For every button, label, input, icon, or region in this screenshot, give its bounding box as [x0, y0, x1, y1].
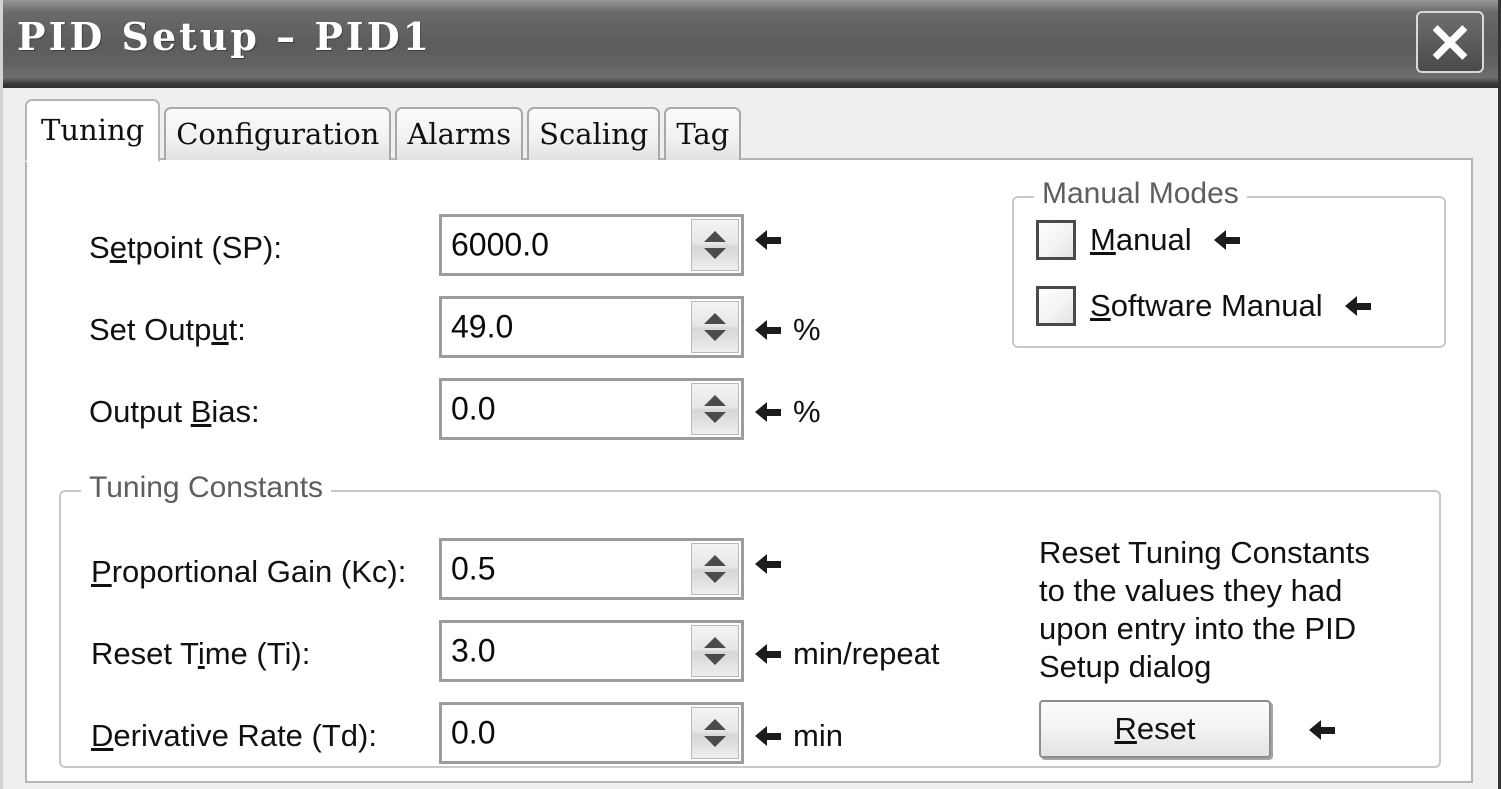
output-bias-annotation: % [755, 394, 821, 430]
derivative-rate-annotation: min [755, 718, 843, 754]
arrow-left-icon [1309, 720, 1335, 740]
tab-alarms[interactable]: Alarms [395, 107, 524, 160]
chevron-down-icon [704, 736, 726, 747]
reset-time-input[interactable]: 3.0 [439, 620, 744, 682]
set-output-unit: % [793, 312, 821, 347]
arrow-left-icon [755, 644, 781, 664]
chevron-up-icon [704, 395, 726, 406]
output-bias-label: Output Bias: [89, 394, 260, 429]
derivative-rate-input[interactable]: 0.0 [439, 702, 744, 764]
tuning-constants-legend: Tuning Constants [81, 471, 332, 505]
chevron-down-icon [704, 412, 726, 423]
software-manual-checkbox[interactable] [1036, 286, 1076, 326]
set-output-input[interactable]: 49.0 [439, 296, 744, 358]
manual-modes-group: Manual Modes Manual Software Manual [1012, 177, 1446, 348]
tab-scaling[interactable]: Scaling [527, 107, 661, 160]
proportional-gain-stepper[interactable] [691, 543, 739, 595]
set-output-value: 49.0 [451, 308, 514, 345]
setpoint-annotation [755, 230, 781, 250]
set-output-label: Set Output: [89, 312, 246, 347]
chevron-up-icon [704, 637, 726, 648]
reset-time-label: Reset Time (Ti): [91, 636, 311, 671]
proportional-gain-value: 0.5 [451, 550, 496, 587]
output-bias-value: 0.0 [451, 390, 496, 427]
set-output-stepper[interactable] [691, 301, 739, 353]
tab-configuration[interactable]: Configuration [164, 107, 392, 160]
chevron-down-icon [704, 572, 726, 583]
setpoint-input[interactable]: 6000.0 [439, 214, 744, 276]
software-manual-checkbox-label: Software Manual [1090, 288, 1323, 323]
arrow-left-icon [755, 726, 781, 746]
close-icon[interactable] [1416, 11, 1484, 73]
arrow-left-icon [1213, 230, 1240, 250]
reset-time-stepper[interactable] [691, 625, 739, 677]
proportional-gain-annotation [755, 554, 793, 574]
tab-strip: Tuning Configuration Alarms Scaling Tag [25, 99, 745, 162]
manual-modes-legend: Manual Modes [1034, 177, 1247, 211]
proportional-gain-label: Proportional Gain (Kc): [91, 554, 407, 589]
setpoint-value: 6000.0 [451, 226, 549, 263]
arrow-left-icon [1344, 296, 1371, 316]
output-bias-input[interactable]: 0.0 [439, 378, 744, 440]
derivative-rate-label: Derivative Rate (Td): [91, 718, 377, 753]
reset-button[interactable]: Reset [1039, 700, 1271, 758]
chevron-up-icon [704, 719, 726, 730]
close-glyph [1418, 13, 1482, 71]
output-bias-stepper[interactable] [691, 383, 739, 435]
tab-tag[interactable]: Tag [664, 107, 742, 160]
arrow-left-icon [755, 230, 781, 250]
reset-help-text: Reset Tuning Constants to the values the… [1039, 535, 1370, 684]
setpoint-label: Setpoint (SP): [89, 230, 282, 265]
derivative-rate-unit: min [793, 718, 843, 753]
output-bias-unit: % [793, 394, 821, 429]
arrow-left-icon [755, 320, 781, 340]
chevron-up-icon [704, 555, 726, 566]
set-output-annotation: % [755, 312, 821, 348]
chevron-up-icon [704, 313, 726, 324]
software-manual-checkbox-row[interactable]: Software Manual [1036, 286, 1371, 326]
arrow-left-icon [755, 554, 781, 574]
derivative-rate-value: 0.0 [451, 714, 496, 751]
manual-checkbox-row[interactable]: Manual [1036, 220, 1240, 260]
chevron-down-icon [704, 654, 726, 665]
pid-setup-dialog: PID Setup – PID1 Tuning Configuration Al… [0, 0, 1501, 789]
reset-time-annotation: min/repeat [755, 636, 939, 672]
chevron-down-icon [704, 330, 726, 341]
tab-tuning[interactable]: Tuning [25, 99, 161, 162]
tuning-constants-group: Tuning Constants Proportional Gain (Kc):… [59, 471, 1441, 768]
proportional-gain-input[interactable]: 0.5 [439, 538, 744, 600]
derivative-rate-stepper[interactable] [691, 707, 739, 759]
reset-button-annotation [1309, 720, 1335, 740]
window-title: PID Setup – PID1 [17, 14, 433, 59]
reset-time-value: 3.0 [451, 632, 496, 669]
manual-checkbox-label: Manual [1090, 222, 1192, 257]
title-bar: PID Setup – PID1 [3, 0, 1498, 88]
arrow-left-icon [755, 402, 781, 422]
setpoint-stepper[interactable] [691, 219, 739, 271]
chevron-down-icon [704, 248, 726, 259]
manual-checkbox[interactable] [1036, 220, 1076, 260]
chevron-up-icon [704, 231, 726, 242]
reset-time-unit: min/repeat [793, 636, 940, 671]
tuning-tab-panel: Setpoint (SP): 6000.0 Set Output: 49.0 %… [25, 158, 1473, 783]
